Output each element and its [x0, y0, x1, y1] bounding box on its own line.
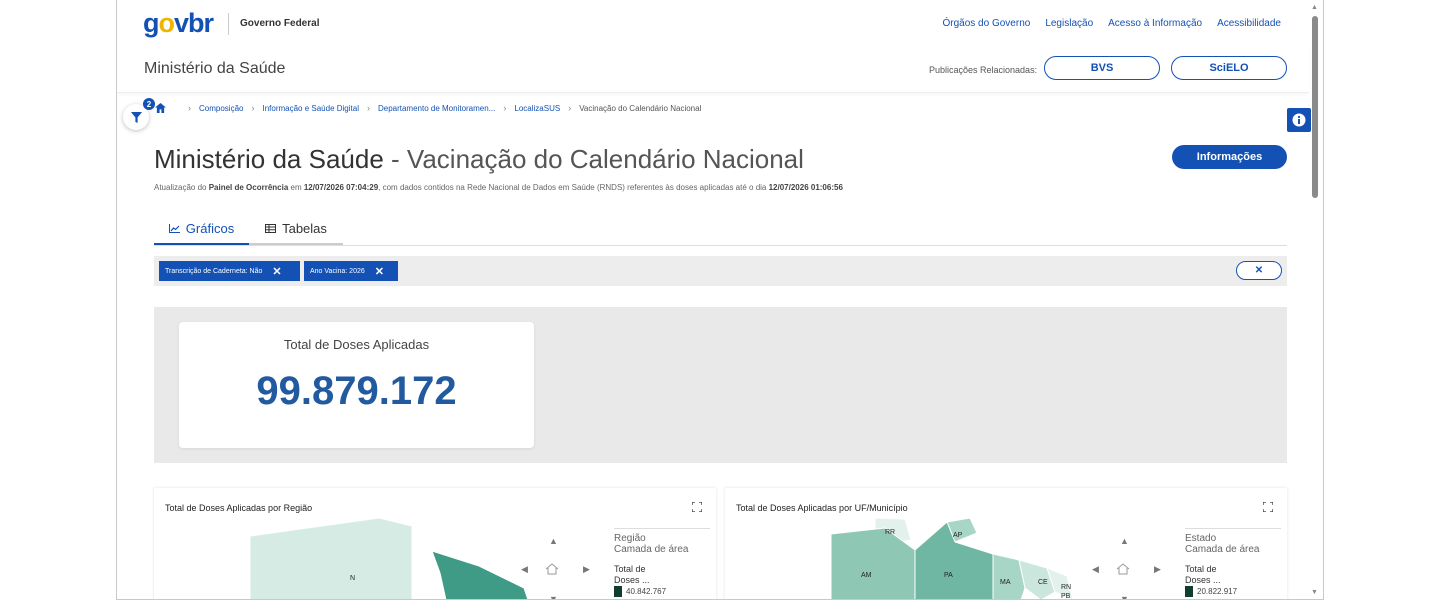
link-orgaos[interactable]: Órgãos do Governo [942, 18, 1030, 29]
map-label-pa: PA [944, 572, 953, 579]
table-icon [265, 224, 277, 233]
region-map[interactable]: N [154, 488, 544, 600]
link-acessibilidade[interactable]: Acessibilidade [1217, 18, 1281, 29]
pan-right-icon[interactable]: ▶ [583, 564, 590, 575]
home-icon[interactable] [155, 103, 166, 113]
filter-icon [130, 111, 142, 123]
pan-left-icon[interactable]: ◀ [1092, 564, 1099, 575]
fullscreen-icon[interactable] [692, 502, 702, 512]
filter-chip-ano-vacina[interactable]: Ano Vacina: 2026 ✕ [304, 261, 398, 281]
page-title-subject: Vacinação do Calendário Nacional [406, 144, 804, 174]
filter-count-badge: 2 [143, 98, 155, 110]
close-icon[interactable]: ✕ [272, 265, 281, 278]
vertical-scrollbar[interactable]: ▲ ▼ [1310, 4, 1320, 596]
update-info: Atualização do Painel de Ocorrência em 1… [154, 183, 843, 192]
map-legend: Estado Camada de área Total de Doses ... … [1185, 528, 1281, 597]
pan-left-icon[interactable]: ◀ [521, 564, 528, 575]
pan-right-icon[interactable]: ▶ [1154, 564, 1161, 575]
link-acesso-informacao[interactable]: Acesso à Informação [1108, 18, 1202, 29]
map-label-am: AM [861, 572, 872, 579]
map-label-ap: AP [953, 532, 963, 539]
chevron-right-icon: › [366, 103, 370, 113]
page-title-ministry: Ministério da Saúde [154, 144, 384, 174]
site-header: Ministério da Saúde Publicações Relacion… [117, 46, 1309, 93]
govbr-logo[interactable]: govbr [143, 8, 214, 39]
pan-up-icon[interactable]: ▲ [549, 536, 558, 546]
close-icon: ✕ [1254, 265, 1264, 276]
view-tabs: Gráficos Tabelas [154, 214, 1287, 246]
kpi-label: Total de Doses Aplicadas [283, 337, 430, 352]
bvs-button[interactable]: BVS [1044, 56, 1160, 80]
pan-up-icon[interactable]: ▲ [1120, 536, 1129, 546]
tab-tabelas[interactable]: Tabelas [249, 214, 343, 245]
map-label-n: N [350, 575, 355, 582]
map-panel-regiao: Total de Doses Aplicadas por Região N ▲ … [154, 488, 716, 600]
scielo-button[interactable]: SciELO [1171, 56, 1287, 80]
close-icon[interactable]: ✕ [375, 265, 384, 278]
pan-down-icon[interactable]: ▼ [1120, 594, 1129, 599]
tab-graficos[interactable]: Gráficos [154, 214, 249, 245]
map-nav-control: ▲ ◀ ▶ ▼ [1088, 536, 1161, 599]
breadcrumb-item-current: Vacinação do Calendário Nacional [579, 103, 702, 113]
informacoes-button[interactable]: Informações [1172, 145, 1287, 169]
map-label-ce: CE [1038, 579, 1048, 586]
state-map[interactable]: RR AP AM PA MA CE RN PB [725, 488, 1115, 600]
kpi-section: Total de Doses Aplicadas 99.879.172 [154, 307, 1287, 463]
kpi-value: 99.879.172 [256, 369, 457, 413]
gov-header: govbr Governo Federal Órgãos do Governo … [117, 0, 1309, 46]
scroll-thumb[interactable] [1312, 16, 1318, 198]
kpi-card: Total de Doses Aplicadas 99.879.172 [179, 322, 534, 448]
chevron-right-icon: › [188, 103, 191, 113]
breadcrumb-item-informacao[interactable]: Informação e Saúde Digital [262, 104, 359, 113]
breadcrumb-item-localizasus[interactable]: LocalizaSUS [514, 104, 560, 113]
scroll-up-icon[interactable]: ▲ [1311, 4, 1318, 11]
fullscreen-icon[interactable] [1263, 502, 1273, 512]
page-title: Ministério da Saúde - Vacinação do Calen… [154, 144, 804, 175]
ministry-name[interactable]: Ministério da Saúde [144, 60, 285, 78]
clear-filters-button[interactable]: ✕ [1236, 261, 1282, 280]
map-label-pb: PB [1061, 593, 1071, 600]
top-links: Órgãos do Governo Legislação Acesso à In… [942, 18, 1281, 29]
chevron-right-icon: › [568, 103, 572, 113]
related-publications-label: Publicações Relacionadas: [929, 65, 1038, 75]
breadcrumb-item-composicao[interactable]: Composição [199, 104, 243, 113]
info-icon [1292, 113, 1306, 127]
logo-divider [228, 13, 229, 35]
chevron-right-icon: › [251, 103, 255, 113]
home-icon[interactable] [1116, 563, 1130, 575]
link-legislacao[interactable]: Legislação [1045, 18, 1093, 29]
filter-chip-transcricao[interactable]: Transcrição de Caderneta: Não ✕ [159, 261, 300, 281]
legend-swatch [614, 586, 622, 597]
map-nav-control: ▲ ◀ ▶ ▼ [517, 536, 590, 599]
map-label-ma: MA [1000, 579, 1011, 586]
map-label-rn: RN [1061, 584, 1071, 591]
pan-down-icon[interactable]: ▼ [549, 594, 558, 599]
gov-federal-label: Governo Federal [240, 18, 320, 29]
map-legend: Região Camada de área Total de Doses ... … [614, 528, 710, 597]
browser-page: govbr Governo Federal Órgãos do Governo … [116, 0, 1324, 600]
breadcrumb-item-departamento[interactable]: Departamento de Monitoramen... [378, 104, 495, 113]
legend-swatch [1185, 586, 1193, 597]
side-info-button[interactable] [1287, 108, 1311, 132]
active-filters-bar: Transcrição de Caderneta: Não ✕ Ano Vacin… [154, 256, 1287, 286]
line-chart-icon [168, 224, 180, 233]
chevron-right-icon: › [503, 103, 507, 113]
breadcrumb: › Composição › Informação e Saúde Digita… [155, 103, 701, 113]
map-label-rr: RR [885, 529, 895, 536]
scroll-down-icon[interactable]: ▼ [1311, 589, 1318, 596]
home-icon[interactable] [545, 563, 559, 575]
page-title-dash: - [383, 144, 407, 174]
map-panel-uf: Total de Doses Aplicadas por UF/Municípi… [725, 488, 1287, 600]
